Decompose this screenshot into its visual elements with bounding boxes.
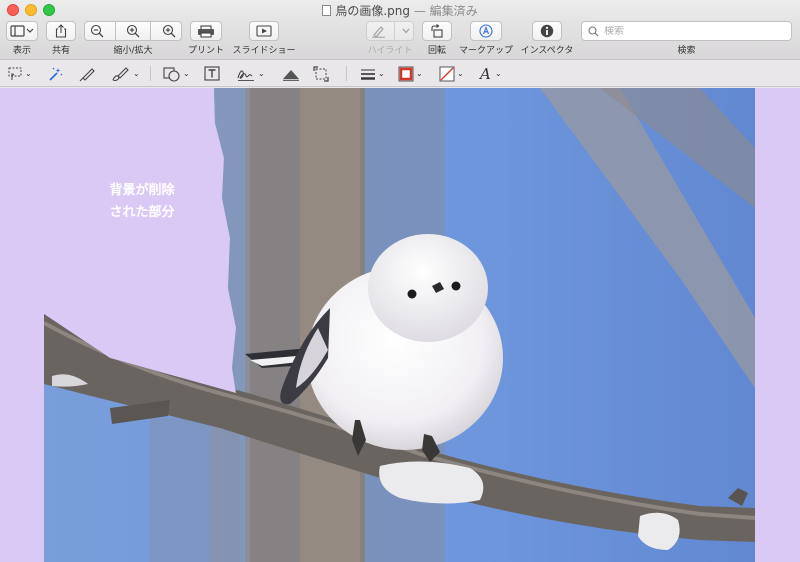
window-title: 鳥の画像.png — 編集済み — [0, 2, 800, 19]
markup-toolbar: ⌄ ⌄ ⌄ ⌄ ⌄ ⌄ ⌄ A ⌄ — [0, 60, 800, 87]
slideshow-label: スライドショー — [232, 46, 296, 56]
zoom-in-icon[interactable] — [126, 24, 140, 38]
zoom-control — [84, 21, 182, 41]
adjust-color-tool[interactable] — [282, 65, 300, 82]
sidebar-icon — [10, 25, 34, 37]
edited-status: 編集済み — [429, 4, 478, 18]
magic-wand-icon — [49, 67, 63, 81]
line-style-icon — [361, 69, 375, 80]
highlighter-icon — [371, 26, 385, 38]
view-button[interactable] — [6, 21, 38, 41]
share-label: 共有 — [51, 46, 70, 56]
view-label: 表示 — [12, 46, 31, 56]
adjust-size-tool[interactable] — [313, 65, 329, 82]
text-style-icon: A — [479, 66, 491, 82]
brush-icon — [112, 66, 129, 81]
selection-tool[interactable]: ⌄ — [7, 65, 32, 82]
print-label: プリント — [188, 46, 225, 56]
fill-color-icon — [439, 66, 455, 81]
text-box-icon — [204, 66, 220, 81]
search-label: 検索 — [677, 46, 696, 56]
highlight-button[interactable] — [366, 21, 414, 41]
highlight-label: ハイライト — [367, 46, 413, 56]
svg-text:A: A — [479, 66, 491, 82]
sketch-tool[interactable] — [79, 65, 96, 82]
rotate-left-icon — [431, 24, 443, 38]
annotation-line-1: 背景が削除 — [109, 183, 175, 198]
share-button[interactable] — [46, 21, 76, 41]
printer-icon — [198, 24, 214, 38]
markup-label: マークアップ — [458, 46, 513, 56]
info-icon — [540, 24, 554, 38]
image-canvas[interactable]: 背景が削除 された部分 — [0, 88, 800, 562]
title-bar: 鳥の画像.png — 編集済み 表示 共有 縮小/拡大 プリント スライドショー… — [0, 0, 800, 60]
resize-icon — [313, 65, 329, 82]
filename: 鳥の画像.png — [335, 4, 410, 18]
search-input[interactable] — [604, 25, 784, 37]
shapes-tool[interactable]: ⌄ — [163, 65, 190, 82]
markup-pen-icon — [479, 24, 493, 38]
border-color-tool[interactable]: ⌄ — [398, 65, 423, 82]
inspector-button[interactable] — [532, 21, 562, 41]
fill-color-tool[interactable]: ⌄ — [439, 65, 464, 82]
sign-tool[interactable]: ⌄ — [236, 65, 265, 82]
markup-button[interactable] — [470, 21, 502, 41]
search-field[interactable] — [581, 21, 792, 41]
title-separator: — — [410, 4, 430, 18]
signature-icon — [237, 69, 254, 81]
removed-background-annotation: 背景が削除 された部分 — [96, 180, 188, 224]
preview-window: 鳥の画像.png — 編集済み 表示 共有 縮小/拡大 プリント スライドショー… — [0, 0, 800, 562]
share-icon — [55, 24, 67, 38]
play-icon — [256, 25, 272, 37]
document-icon — [322, 5, 332, 16]
zoom-label: 縮小/拡大 — [113, 46, 153, 56]
shapes-icon — [163, 66, 180, 82]
instant-alpha-tool[interactable] — [47, 65, 63, 82]
zoom-out-icon[interactable] — [90, 24, 104, 38]
search-icon — [588, 25, 599, 36]
pencil-icon — [79, 67, 95, 81]
zoom-to-fit-icon[interactable] — [162, 24, 176, 38]
shape-style-tool[interactable]: ⌄ — [360, 65, 385, 82]
bird-photo — [44, 88, 755, 562]
adjust-color-icon — [283, 69, 299, 81]
text-style-tool[interactable]: A ⌄ — [479, 65, 502, 82]
inspector-label: インスペクタ — [520, 46, 574, 56]
rotate-button[interactable] — [422, 21, 452, 41]
draw-tool[interactable]: ⌄ — [111, 65, 140, 82]
rotate-label: 回転 — [427, 46, 446, 56]
border-color-icon — [398, 66, 414, 81]
lasso-selection-icon — [8, 67, 22, 80]
print-button[interactable] — [190, 21, 222, 41]
chevron-down-icon — [402, 28, 409, 34]
annotation-line-2: された部分 — [109, 205, 175, 220]
slideshow-button[interactable] — [249, 21, 279, 41]
text-tool[interactable] — [204, 65, 220, 82]
